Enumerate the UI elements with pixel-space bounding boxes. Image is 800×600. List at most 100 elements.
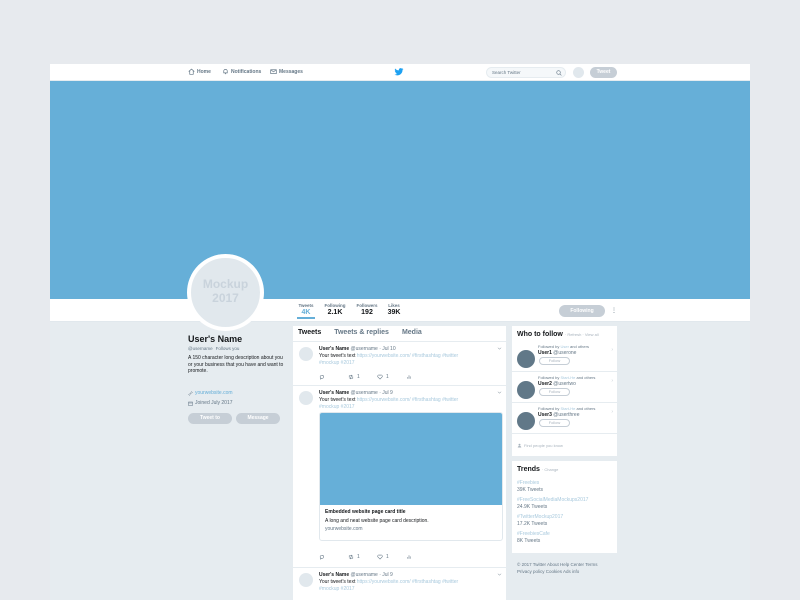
stat-likes[interactable]: Likes 39K [386, 303, 402, 316]
trend-item[interactable]: #FreeSocialMediaMockups2017 24.9K Tweets [517, 497, 588, 510]
followed-by-user[interactable]: User [560, 344, 568, 349]
profile-avatar[interactable]: Mockup 2017 [187, 254, 264, 331]
nav-home-label: Home [197, 68, 211, 75]
tweet-to-button[interactable]: Tweet to [188, 413, 232, 424]
suggestion-name[interactable]: User2 [538, 381, 552, 387]
analytics-action[interactable] [406, 554, 435, 560]
more-options-icon[interactable]: ⋮ [611, 305, 617, 317]
heart-icon [377, 374, 383, 380]
tab-tweets[interactable]: Tweets [298, 326, 321, 341]
tweet-author[interactable]: User's Name [319, 346, 349, 352]
like-action[interactable]: 1 [377, 554, 406, 560]
nav-home[interactable]: Home [188, 68, 211, 75]
card-description: A long and neat website page card descri… [325, 518, 429, 524]
tweet-button[interactable]: Tweet [590, 67, 617, 78]
footer-line2[interactable]: Privacy policy Cookies Ads info [517, 569, 579, 574]
footer-line1[interactable]: © 2017 Twitter About Help Center Terms [517, 562, 597, 567]
link-card[interactable]: Embedded website page card title A long … [319, 412, 503, 541]
tweet-link[interactable]: https://yourwebsite.com/ #firsthashtag #… [357, 353, 458, 359]
tweet-text: Your tweet's text https://yourwebsite.co… [319, 353, 458, 359]
avatar-text-line1: Mockup [202, 277, 249, 291]
reply-action[interactable] [319, 554, 348, 560]
trend-item[interactable]: #FreebiesCafe 8K Tweets [517, 531, 550, 544]
follow-button[interactable]: Follow [539, 388, 570, 396]
suggestion-avatar[interactable] [517, 350, 535, 368]
account-avatar[interactable] [573, 67, 584, 78]
dismiss-chevron-icon[interactable]: › [611, 409, 613, 415]
retweet-action[interactable]: 1 [348, 374, 377, 380]
twitter-bird-icon[interactable] [394, 68, 404, 76]
profile-website[interactable]: yourwebsite.com [188, 390, 233, 396]
tweet-avatar[interactable] [299, 573, 313, 587]
find-people-link[interactable]: Find people you know [517, 443, 563, 448]
stat-following[interactable]: Following 2.1K [324, 303, 346, 316]
trend-tag[interactable]: #FreeSocialMediaMockups2017 [517, 497, 588, 503]
nav-messages[interactable]: Messages [270, 68, 303, 75]
tweet-hashtags[interactable]: #mockup #2017 [319, 404, 355, 410]
suggestion-item[interactable]: Followed by Start-He and others User2 @u… [512, 373, 617, 403]
analytics-icon [407, 555, 411, 559]
tab-media[interactable]: Media [402, 326, 422, 341]
top-nav: Home Notifications Messages Search Twitt… [50, 64, 750, 81]
chevron-down-icon[interactable] [497, 572, 502, 577]
trend-tag[interactable]: #FreebiesCafe [517, 531, 550, 537]
like-action[interactable]: 1 [377, 374, 406, 380]
suggestion-name[interactable]: User1 [538, 350, 552, 356]
tweet[interactable]: User's Name @username · Jul 10 Your twee… [293, 343, 506, 386]
chevron-down-icon[interactable] [497, 390, 502, 395]
tweet[interactable]: User's Name @username · Jul 9 Your tweet… [293, 569, 506, 600]
retweet-action[interactable]: 1 [348, 554, 377, 560]
tweet-actions: 1 1 [319, 554, 435, 560]
follow-button[interactable]: Follow [539, 357, 570, 365]
tweet-body: Your tweet's text [319, 353, 356, 359]
nav-notifications[interactable]: Notifications [222, 68, 261, 75]
suggestion-name[interactable]: User3 [538, 412, 552, 418]
chevron-down-icon[interactable] [497, 346, 502, 351]
following-button[interactable]: Following [559, 305, 605, 317]
website-link[interactable]: yourwebsite.com [195, 390, 233, 396]
tweet-link[interactable]: https://yourwebsite.com/ #firsthashtag #… [357, 579, 458, 585]
stat-tweets[interactable]: Tweets 4K [297, 303, 315, 319]
tweet-handle-date: @username · Jul 9 [350, 572, 393, 578]
tab-tweets-replies[interactable]: Tweets & replies [334, 326, 389, 341]
tweet-text: Your tweet's text https://yourwebsite.co… [319, 579, 458, 585]
follow-button[interactable]: Follow [539, 419, 570, 427]
reply-action[interactable] [319, 374, 348, 380]
suggestion-avatar[interactable] [517, 412, 535, 430]
tweet-author[interactable]: User's Name [319, 572, 349, 578]
tweet[interactable]: User's Name @username · Jul 9 Your tweet… [293, 387, 506, 568]
tweet-author[interactable]: User's Name [319, 390, 349, 396]
suggestion-item[interactable]: Followed by User and others User1 @usero… [512, 342, 617, 372]
followed-by-user[interactable]: Start-He [560, 406, 575, 411]
header-banner [50, 81, 750, 299]
like-count: 1 [386, 374, 389, 380]
trend-item[interactable]: #TwitterMockup2017 17.2K Tweets [517, 514, 563, 527]
card-url: yourwebsite.com [325, 526, 363, 532]
trend-tag[interactable]: #Freebies [517, 480, 543, 486]
tweet-header: User's Name @username · Jul 9 [319, 572, 393, 578]
tweet-link[interactable]: https://yourwebsite.com/ #firsthashtag #… [357, 397, 458, 403]
suggestion-item[interactable]: Followed by Start-He and others User3 @u… [512, 404, 617, 434]
trend-item[interactable]: #Freebies 39K Tweets [517, 480, 543, 493]
tweet-avatar[interactable] [299, 391, 313, 405]
bell-icon [223, 69, 228, 75]
trends-change[interactable]: · Change [542, 467, 558, 472]
profile-handle[interactable]: @username [188, 346, 213, 351]
timeline: Tweets Tweets & replies Media User's Nam… [293, 326, 506, 600]
stat-followers[interactable]: Followers 192 [356, 303, 378, 316]
dismiss-chevron-icon[interactable]: › [611, 347, 613, 353]
search-icon[interactable] [556, 70, 562, 76]
suggestion-avatar[interactable] [517, 381, 535, 399]
trend-count: 17.2K Tweets [517, 521, 548, 527]
trend-tag[interactable]: #TwitterMockup2017 [517, 514, 563, 520]
find-people-label[interactable]: Find people you know [524, 443, 563, 448]
message-button[interactable]: Message [236, 413, 280, 424]
dismiss-chevron-icon[interactable]: › [611, 378, 613, 384]
search-input[interactable]: Search Twitter [486, 67, 566, 78]
tweet-hashtags[interactable]: #mockup #2017 [319, 360, 355, 366]
analytics-action[interactable] [406, 374, 435, 380]
refresh-view-all[interactable]: · Refresh · View all [565, 332, 599, 337]
followed-by-user[interactable]: Start-He [560, 375, 575, 380]
tweet-hashtags[interactable]: #mockup #2017 [319, 586, 355, 592]
tweet-avatar[interactable] [299, 347, 313, 361]
